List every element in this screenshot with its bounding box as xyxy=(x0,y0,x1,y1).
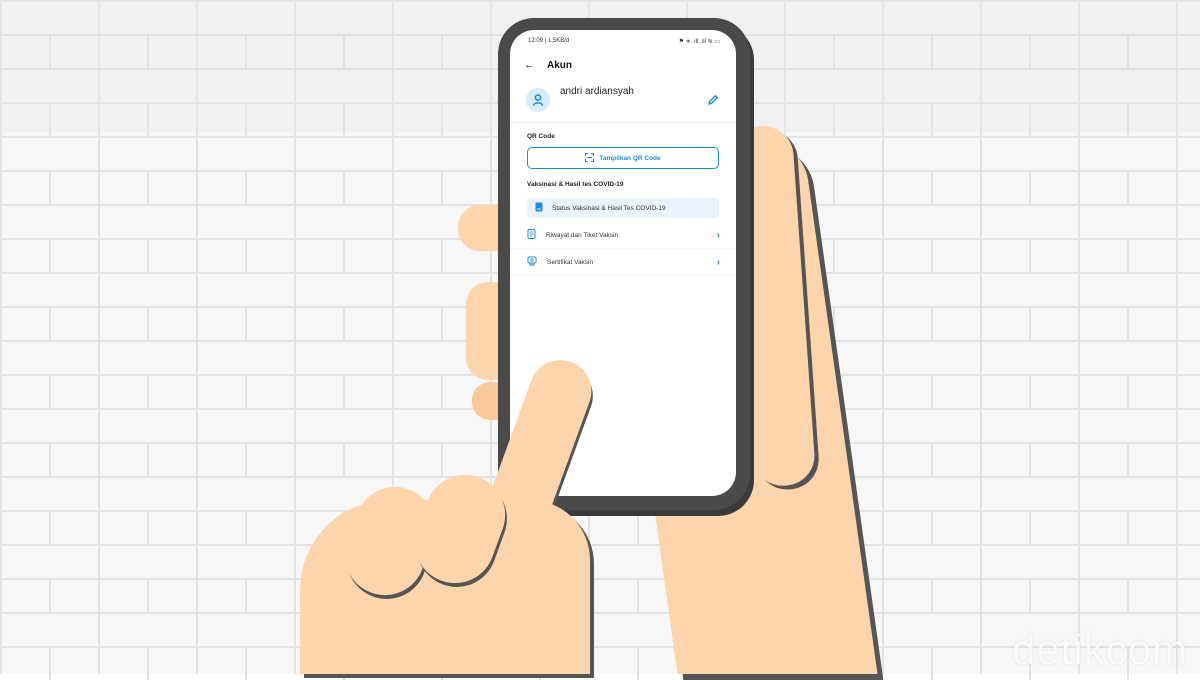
status-bar-left: 12:09 | 1,5KB/d xyxy=(528,38,570,44)
chevron-right-icon: › xyxy=(716,229,720,241)
edit-pencil-icon[interactable] xyxy=(706,93,720,107)
list-item-vaccine-history[interactable]: Riwayat dan Tiket Vaksin › xyxy=(510,222,736,249)
vaccine-section-title: Vaksinasi & Hasil tes COVID-19 xyxy=(527,181,624,188)
qr-scan-icon xyxy=(585,152,595,164)
profile-name: andri ardiansyah xyxy=(560,86,634,97)
vaccine-status-card[interactable]: Status Vaksinasi & Hasil Tes COVID-19 xyxy=(527,198,719,218)
app-bar: ← Akun xyxy=(510,52,736,78)
qr-section-title: QR Code xyxy=(527,133,555,140)
vaccine-status-label: Status Vaksinasi & Hasil Tes COVID-19 xyxy=(552,204,666,212)
certificate-icon xyxy=(527,256,537,268)
detikcom-watermark: detikcom xyxy=(1011,626,1188,673)
document-icon xyxy=(527,229,536,241)
chevron-right-icon: › xyxy=(716,256,720,268)
list-item-vaccine-certificate[interactable]: Sertifikat Vaksin › xyxy=(510,249,736,276)
brick-row xyxy=(0,578,1200,612)
phone-card-icon xyxy=(535,202,543,214)
show-qr-code-label: Tampilkan QR Code xyxy=(599,154,661,162)
show-qr-code-button[interactable]: Tampilkan QR Code xyxy=(527,147,719,169)
brick-row xyxy=(0,510,1200,544)
status-bar: 12:09 | 1,5KB/d ⚑ ∗ .ıll .ıll ≋ ▭ xyxy=(510,30,736,52)
page-title: Akun xyxy=(547,59,572,71)
list-item-label: Riwayat dan Tiket Vaksin xyxy=(546,231,619,239)
profile-row: andri ardiansyah xyxy=(510,78,736,123)
list-item-label: Sertifikat Vaksin xyxy=(547,258,594,266)
back-arrow-icon[interactable]: ← xyxy=(524,59,535,71)
status-bar-right: ⚑ ∗ .ıll .ıll ≋ ▭ xyxy=(678,38,720,45)
avatar-icon xyxy=(526,88,550,112)
